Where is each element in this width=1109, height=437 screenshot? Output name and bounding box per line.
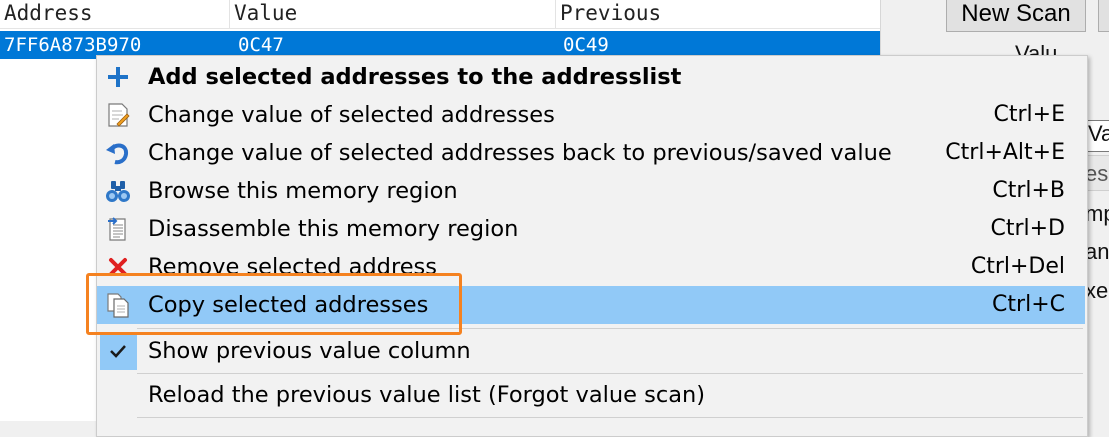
menu-item-shortcut: Ctrl+Del bbox=[970, 254, 1065, 279]
menu-icon-slot bbox=[99, 210, 139, 248]
red-x-icon bbox=[109, 258, 127, 276]
menu-item-label: Browse this memory region bbox=[148, 178, 458, 204]
menu-item-copy-addresses[interactable]: Copy selected addresses Ctrl+C bbox=[97, 286, 1085, 324]
column-header-previous[interactable]: Previous bbox=[556, 0, 880, 28]
menu-icon-slot bbox=[99, 376, 139, 414]
menu-icon-slot bbox=[99, 248, 139, 286]
menu-item-shortcut: Ctrl+D bbox=[990, 216, 1065, 241]
next-scan-button-edge[interactable] bbox=[1098, 0, 1109, 32]
menu-item-shortcut: Ctrl+Alt+E bbox=[945, 140, 1065, 165]
context-menu: Add selected addresses to the addresslis… bbox=[96, 55, 1088, 437]
checkmark-icon bbox=[110, 345, 126, 358]
column-header-value[interactable]: Value bbox=[230, 0, 556, 28]
menu-item-remove-address[interactable]: Remove selected address Ctrl+Del bbox=[97, 248, 1085, 286]
menu-separator bbox=[137, 328, 1083, 329]
peek-text-xe: xe bbox=[1085, 278, 1109, 303]
menu-item-show-previous-column[interactable]: Show previous value column bbox=[97, 332, 1085, 370]
menu-item-label: Show previous value column bbox=[148, 338, 471, 364]
menu-item-shortcut: Ctrl+B bbox=[992, 178, 1065, 203]
copy-icon bbox=[107, 293, 129, 318]
menu-icon-slot bbox=[99, 286, 139, 324]
menu-item-label: Change value of selected addresses bbox=[148, 102, 555, 128]
peek-text-an: an bbox=[1085, 239, 1109, 264]
menu-icon-slot bbox=[99, 96, 139, 134]
value-text-partial: Va bbox=[1088, 121, 1109, 146]
peek-text-es: es bbox=[1085, 161, 1109, 186]
menu-item-change-value[interactable]: Change value of selected addresses Ctrl+… bbox=[97, 96, 1085, 134]
menu-item-label: Copy selected addresses bbox=[148, 292, 429, 318]
menu-icon-slot bbox=[99, 172, 139, 210]
menu-item-label: Change value of selected addresses back … bbox=[148, 140, 892, 166]
menu-icon-slot bbox=[99, 58, 139, 96]
edit-document-icon bbox=[108, 103, 130, 127]
menu-separator bbox=[137, 417, 1083, 418]
menu-item-shortcut: Ctrl+E bbox=[993, 102, 1065, 127]
menu-item-revert-value[interactable]: Change value of selected addresses back … bbox=[97, 134, 1085, 172]
menu-item-add-to-addresslist[interactable]: Add selected addresses to the addresslis… bbox=[97, 58, 1085, 96]
menu-item-label: Reload the previous value list (Forgot v… bbox=[148, 382, 706, 408]
peek-text-mp: mp bbox=[1085, 201, 1109, 226]
menu-icon-slot bbox=[99, 134, 139, 172]
list-header: Address Value Previous bbox=[0, 0, 880, 29]
column-header-address[interactable]: Address bbox=[0, 0, 230, 28]
menu-item-shortcut: Ctrl+C bbox=[992, 292, 1065, 317]
disassemble-document-icon bbox=[108, 217, 126, 241]
undo-arrow-icon bbox=[106, 143, 128, 165]
menu-item-disassemble[interactable]: Disassemble this memory region Ctrl+D bbox=[97, 210, 1085, 248]
plus-icon bbox=[108, 67, 128, 87]
new-scan-button[interactable]: New Scan bbox=[946, 0, 1086, 32]
menu-item-reload-previous-values[interactable]: Reload the previous value list (Forgot v… bbox=[97, 376, 1085, 414]
menu-item-label: Remove selected address bbox=[148, 254, 437, 280]
menu-item-label: Disassemble this memory region bbox=[148, 216, 519, 242]
binoculars-icon bbox=[106, 181, 130, 202]
menu-separator bbox=[137, 373, 1083, 374]
menu-item-browse-memory[interactable]: Browse this memory region Ctrl+B bbox=[97, 172, 1085, 210]
menu-icon-slot bbox=[99, 332, 139, 370]
menu-item-label: Add selected addresses to the addresslis… bbox=[148, 64, 682, 90]
